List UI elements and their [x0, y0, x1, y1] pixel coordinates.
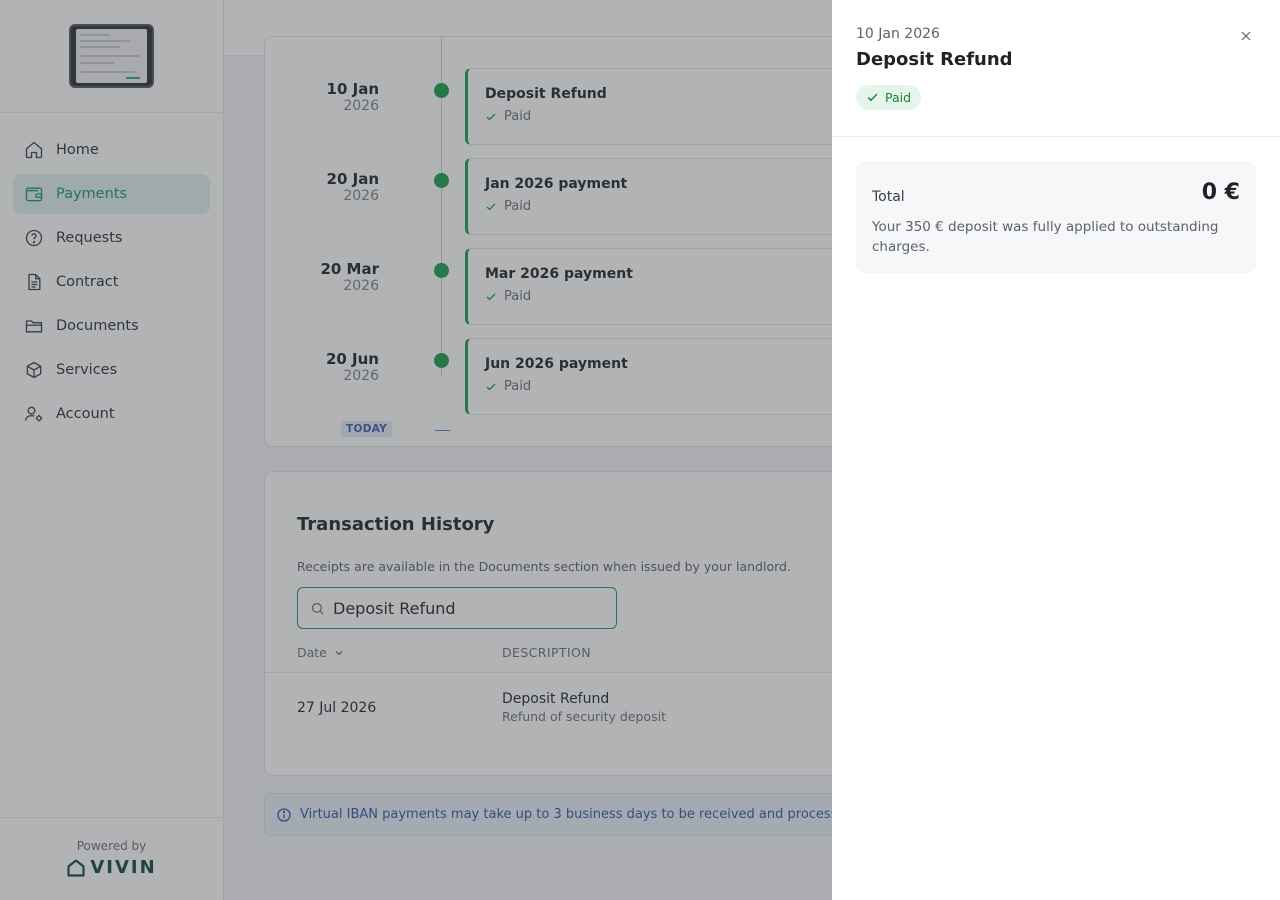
payment-detail-drawer: 10 Jan 2026 Deposit Refund Paid Total 0 … — [832, 0, 1280, 900]
close-button[interactable] — [1236, 26, 1256, 46]
status-badge-label: Paid — [885, 90, 912, 105]
check-icon — [867, 93, 878, 102]
total-label: Total — [872, 189, 905, 205]
total-amount: 0 € — [1201, 180, 1240, 205]
total-summary: Total 0 € Your 350 € deposit was fully a… — [856, 161, 1256, 273]
drawer-date: 10 Jan 2026 — [856, 26, 940, 42]
drawer-header: 10 Jan 2026 Deposit Refund Paid — [832, 0, 1280, 137]
status-badge: Paid — [856, 85, 922, 110]
drawer-title: Deposit Refund — [856, 49, 1013, 70]
total-note: Your 350 € deposit was fully applied to … — [872, 219, 1219, 255]
close-icon — [1241, 31, 1251, 41]
